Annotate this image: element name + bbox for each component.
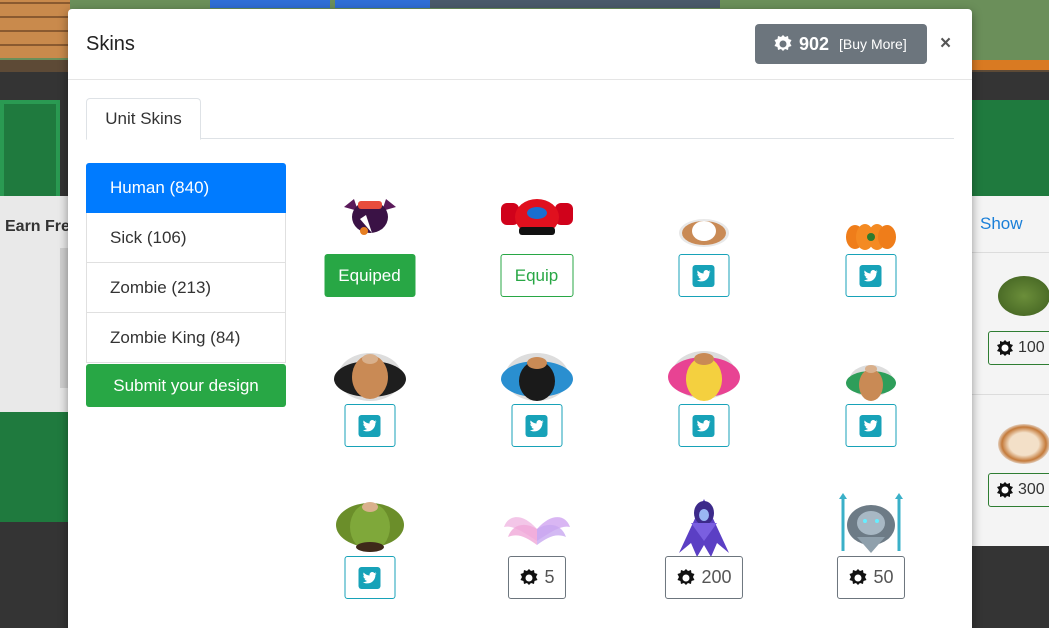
skin-card: 50 bbox=[787, 479, 954, 619]
skin-image[interactable] bbox=[332, 497, 408, 555]
twitter-icon bbox=[525, 414, 548, 437]
buy-more-button[interactable]: 902 [Buy More] bbox=[755, 24, 927, 64]
price-button[interactable]: 5 bbox=[507, 556, 566, 599]
skin-image[interactable] bbox=[835, 491, 907, 561]
twitter-unlock-button[interactable] bbox=[678, 404, 729, 447]
skin-card bbox=[620, 177, 787, 317]
category-human[interactable]: Human (840) bbox=[86, 163, 286, 213]
skin-card: Equiped bbox=[286, 177, 453, 317]
divider bbox=[972, 252, 1049, 253]
price-value: 100 bbox=[1018, 339, 1045, 356]
price-button[interactable]: 50 bbox=[836, 556, 905, 599]
tab-bar: Unit Skins bbox=[86, 98, 954, 140]
game-green-block-left bbox=[0, 100, 60, 200]
price-button[interactable]: 300 bbox=[988, 473, 1049, 507]
gear-icon bbox=[519, 568, 537, 585]
skin-image[interactable] bbox=[338, 193, 402, 241]
skin-image[interactable] bbox=[499, 349, 575, 407]
skin-image[interactable] bbox=[671, 493, 737, 561]
buy-more-label: [Buy More] bbox=[839, 36, 907, 52]
price-button[interactable]: 100 bbox=[988, 331, 1049, 365]
skin-card: 200 bbox=[620, 479, 787, 619]
skin-image[interactable] bbox=[332, 347, 408, 407]
shop-side-panel: Show 100 300 bbox=[972, 196, 1049, 546]
twitter-unlock-button[interactable] bbox=[678, 254, 729, 297]
gear-icon bbox=[676, 568, 694, 585]
game-green-block-right bbox=[972, 100, 1049, 200]
twitter-unlock-button[interactable] bbox=[511, 404, 562, 447]
twitter-unlock-button[interactable] bbox=[344, 556, 395, 599]
submit-design-button[interactable]: Submit your design bbox=[86, 364, 286, 407]
skin-card bbox=[453, 327, 620, 467]
equiped-button[interactable]: Equiped bbox=[324, 254, 415, 297]
coin-count: 902 bbox=[799, 33, 830, 54]
category-zombie[interactable]: Zombie (213) bbox=[86, 263, 286, 313]
modal-title: Skins bbox=[86, 33, 135, 55]
modal-header: Skins 902 [Buy More] × bbox=[68, 9, 972, 80]
gear-icon bbox=[774, 35, 792, 51]
price-value: 200 bbox=[701, 567, 732, 587]
equip-button[interactable]: Equip bbox=[500, 254, 573, 297]
price-value: 300 bbox=[1018, 481, 1045, 498]
skin-image[interactable] bbox=[502, 507, 572, 551]
close-icon[interactable]: × bbox=[940, 34, 951, 53]
twitter-unlock-button[interactable] bbox=[344, 404, 395, 447]
skin-thumb bbox=[998, 276, 1049, 316]
game-green-block-left-2 bbox=[0, 412, 70, 522]
twitter-icon bbox=[692, 414, 715, 437]
price-value: 5 bbox=[544, 567, 555, 587]
brick-wall bbox=[0, 0, 70, 58]
skin-thumb bbox=[998, 424, 1049, 464]
twitter-unlock-button[interactable] bbox=[845, 254, 896, 297]
nav-tab-bg-2 bbox=[335, 0, 430, 8]
category-list: Human (840) Sick (106) Zombie (213) Zomb… bbox=[86, 163, 286, 363]
skin-card bbox=[286, 479, 453, 619]
skin-image[interactable] bbox=[845, 221, 897, 253]
skin-card bbox=[787, 327, 954, 467]
nav-tab-bg-3 bbox=[430, 0, 720, 8]
gear-icon bbox=[997, 340, 1013, 356]
gear-icon bbox=[848, 568, 866, 585]
twitter-icon bbox=[358, 566, 381, 589]
nav-tab-bg-1 bbox=[210, 0, 330, 8]
skin-card: Equip bbox=[453, 177, 620, 317]
tab-unit-skins[interactable]: Unit Skins bbox=[86, 98, 201, 140]
skin-card: 5 bbox=[453, 479, 620, 619]
show-link[interactable]: Show bbox=[980, 214, 1023, 234]
price-value: 50 bbox=[873, 567, 894, 587]
skin-card bbox=[620, 327, 787, 467]
skin-image[interactable] bbox=[845, 361, 897, 405]
category-sick[interactable]: Sick (106) bbox=[86, 213, 286, 263]
twitter-icon bbox=[358, 414, 381, 437]
category-zombie-king[interactable]: Zombie King (84) bbox=[86, 313, 286, 363]
earn-label: Earn Fre bbox=[5, 218, 70, 235]
game-orange-strip bbox=[972, 60, 1049, 70]
skin-image[interactable] bbox=[666, 347, 742, 407]
twitter-icon bbox=[692, 264, 715, 287]
gear-icon bbox=[997, 482, 1013, 498]
twitter-unlock-button[interactable] bbox=[845, 404, 896, 447]
earn-panel: Earn Fre bbox=[0, 196, 70, 412]
twitter-icon bbox=[859, 264, 882, 287]
price-button[interactable]: 200 bbox=[664, 556, 743, 599]
skin-image[interactable] bbox=[678, 213, 730, 249]
skins-modal: Skins 902 [Buy More] × Unit Skins Human … bbox=[68, 9, 972, 628]
skin-card bbox=[787, 177, 954, 317]
skin-image[interactable] bbox=[499, 197, 575, 239]
skin-card bbox=[286, 327, 453, 467]
divider bbox=[972, 394, 1049, 395]
twitter-icon bbox=[859, 414, 882, 437]
